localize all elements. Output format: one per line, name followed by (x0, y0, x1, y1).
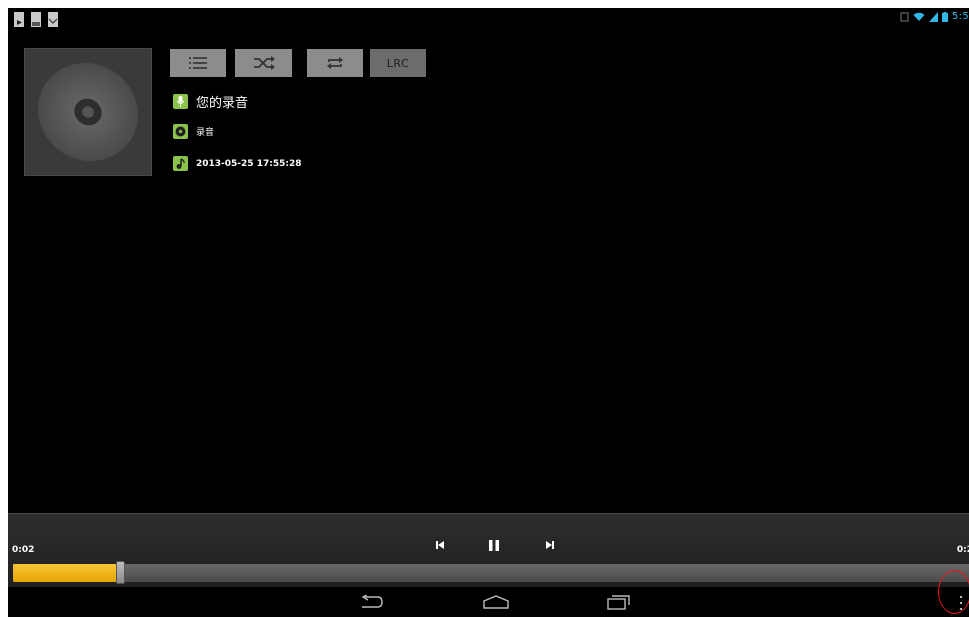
seek-bar-progress (13, 564, 118, 582)
elapsed-time: 0:02 (12, 545, 35, 555)
back-icon (361, 595, 383, 608)
back-button[interactable] (356, 591, 386, 613)
next-button[interactable] (538, 533, 562, 557)
pause-icon (489, 539, 499, 551)
navigation-bar (8, 587, 969, 617)
screen: 5:5 LRC 您的录音 录音 2013-05-25 17:55:28 0:02… (8, 8, 969, 617)
shuffle-button[interactable] (235, 49, 292, 77)
home-icon (483, 595, 509, 609)
clock: 5:5 (952, 11, 969, 22)
seek-bar-thumb[interactable] (116, 561, 125, 584)
notification-icons (14, 12, 58, 27)
track-title: 您的录音 (196, 96, 249, 111)
list-icon (189, 57, 207, 69)
album-name: 录音 (196, 128, 215, 138)
battery-icon (942, 11, 948, 22)
total-time: 0:2 (956, 545, 969, 555)
album-icon (173, 124, 188, 139)
overflow-menu-icon[interactable] (959, 596, 963, 610)
album-row: 录音 (173, 124, 214, 139)
artist-icon (173, 156, 188, 171)
disc-icon (37, 62, 139, 162)
microphone-icon (173, 94, 188, 109)
home-button[interactable] (481, 591, 511, 613)
sync-icon (900, 12, 909, 21)
previous-icon (436, 541, 444, 549)
seek-bar[interactable] (13, 561, 969, 584)
repeat-button[interactable] (307, 49, 363, 77)
album-art (24, 48, 152, 176)
pause-button[interactable] (482, 533, 506, 557)
lyrics-button[interactable]: LRC (370, 49, 426, 77)
repeat-icon (327, 57, 343, 69)
previous-button[interactable] (428, 533, 452, 557)
system-icons: 5:5 (900, 11, 969, 22)
play-notification-icon (14, 12, 24, 27)
track-title-row: 您的录音 (173, 92, 248, 111)
signal-icon (929, 11, 938, 22)
gmail-notification-icon (48, 12, 58, 27)
record-date: 2013-05-25 17:55:28 (196, 158, 302, 169)
playback-panel: 0:02 0:2 (8, 513, 969, 588)
image-notification-icon (31, 12, 41, 27)
recent-apps-button[interactable] (604, 591, 634, 613)
wifi-icon (913, 12, 925, 21)
date-row: 2013-05-25 17:55:28 (173, 156, 301, 171)
playlist-button[interactable] (170, 49, 226, 77)
shuffle-icon (253, 56, 275, 70)
recent-apps-icon (607, 595, 630, 610)
status-bar: 5:5 (8, 8, 969, 28)
next-icon (546, 541, 554, 549)
